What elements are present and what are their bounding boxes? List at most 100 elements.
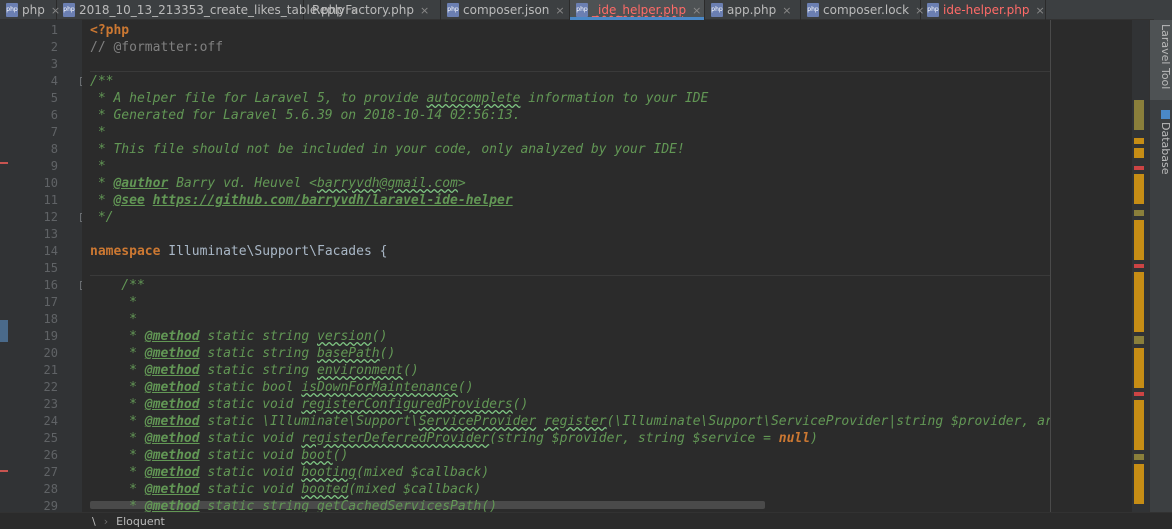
code-line: */ xyxy=(90,209,114,226)
line-number: 21 xyxy=(43,363,58,377)
code-token: @method xyxy=(144,482,200,497)
tab-7[interactable]: php ide-helper.php × xyxy=(921,0,1046,20)
close-icon[interactable]: × xyxy=(782,4,791,17)
code-token: * xyxy=(90,397,145,412)
editor-tab-bar: php php × php 2018_10_13_213353_create_likes… xyxy=(0,0,1172,20)
tab-label: app.php xyxy=(727,3,777,17)
tool-tab-database[interactable]: Database xyxy=(1150,106,1172,176)
left-strip-selection xyxy=(0,320,8,342)
close-icon[interactable]: × xyxy=(1035,4,1044,17)
code-token: static string xyxy=(199,363,317,378)
code-token: static bool xyxy=(199,380,302,395)
stripe-mark[interactable] xyxy=(1134,392,1144,396)
code-token: namespace xyxy=(90,244,161,259)
code-token: https://github.com/barryvdh/laravel-ide-… xyxy=(152,193,513,208)
tab-3[interactable]: php composer.json × xyxy=(441,0,570,20)
line-number: 18 xyxy=(43,312,58,326)
stripe-mark[interactable] xyxy=(1134,348,1144,388)
line-number-gutter[interactable]: 1 2 3 4 5 6 7 8 9 10 11 12 13 14 15 16 17 18 19 20 21 22 23 24 2… xyxy=(8,20,89,513)
code-token: environment xyxy=(317,363,404,378)
code-line: * @method static void booted(mixed $call… xyxy=(90,481,481,498)
database-tool-label: Database xyxy=(1159,122,1172,175)
tool-tab-laravel[interactable]: Laravel Tool xyxy=(1150,20,1172,100)
close-icon[interactable]: × xyxy=(420,4,429,17)
stripe-mark[interactable] xyxy=(1134,174,1144,204)
tab-5[interactable]: php app.php × xyxy=(705,0,801,20)
code-token: static string xyxy=(199,346,317,361)
code-token: @see xyxy=(113,193,145,208)
code-line: * This file should not be included in yo… xyxy=(90,141,685,158)
code-line: * @method static bool isDownForMaintenan… xyxy=(90,379,474,396)
tab-label: ide-helper.php xyxy=(943,3,1030,17)
code-line: * xyxy=(90,294,137,311)
code-token: static void xyxy=(199,448,302,463)
breadcrumb-item[interactable]: Eloquent xyxy=(116,515,165,528)
code-token: static void xyxy=(199,431,302,446)
breadcrumb-arrow: › xyxy=(103,514,109,528)
database-icon xyxy=(1160,110,1170,119)
stripe-mark[interactable] xyxy=(1134,100,1144,130)
stripe-mark[interactable] xyxy=(1134,336,1144,344)
code-token: * xyxy=(90,312,137,327)
code-token: (mixed $callback) xyxy=(356,465,490,480)
code-token: @method xyxy=(144,363,200,378)
stripe-mark[interactable] xyxy=(1134,264,1144,268)
code-token: @method xyxy=(144,465,200,480)
code-token: * xyxy=(90,176,114,191)
stripe-mark[interactable] xyxy=(1134,454,1144,460)
code-token: * xyxy=(90,346,145,361)
code-line: * @method static void registerConfigured… xyxy=(90,396,528,413)
stripe-mark[interactable] xyxy=(1134,400,1144,450)
line-number: 20 xyxy=(43,346,58,360)
code-token: () xyxy=(512,397,529,412)
tab-0[interactable]: php php × xyxy=(0,0,60,20)
close-icon[interactable]: × xyxy=(555,4,564,17)
code-token: basePath xyxy=(317,346,380,361)
stripe-mark[interactable] xyxy=(1134,166,1144,170)
tab-4[interactable]: php _ide_helper.php × xyxy=(570,0,705,20)
code-token: ) xyxy=(810,431,818,446)
line-number: 9 xyxy=(50,159,58,173)
tab-2[interactable]: ReplyFactory.php × xyxy=(304,0,441,20)
tab-label: _ide_helper.php xyxy=(592,3,687,17)
code-token: @author xyxy=(113,176,169,191)
code-token: * xyxy=(90,414,145,429)
code-token: static void xyxy=(199,465,302,480)
left-strip-marker xyxy=(0,470,8,472)
code-token: * A helper file for Laravel 5, to provid… xyxy=(90,91,427,106)
line-number: 23 xyxy=(43,397,58,411)
tab-label: composer.lock xyxy=(823,3,910,17)
code-token: * xyxy=(90,159,106,174)
php-file-icon: php xyxy=(927,3,939,17)
code-line: * xyxy=(90,311,137,328)
code-token: <?php xyxy=(90,23,130,38)
tab-label: composer.json xyxy=(463,3,550,17)
error-stripe[interactable] xyxy=(1132,20,1149,512)
method-separator xyxy=(90,275,1050,276)
tab-1[interactable]: php 2018_10_13_213353_create_likes_table.… xyxy=(57,0,359,20)
code-editor[interactable]: <?php // @formatter:off /** * A helper fil… xyxy=(82,20,1050,512)
stripe-mark[interactable] xyxy=(1134,210,1144,216)
code-token: Barry vd. Heuvel < xyxy=(168,176,317,191)
stripe-mark[interactable] xyxy=(1134,220,1144,260)
code-token: () xyxy=(457,380,474,395)
stripe-mark[interactable] xyxy=(1134,138,1144,144)
stripe-mark[interactable] xyxy=(1134,148,1144,158)
code-line: // @formatter:off xyxy=(90,39,223,56)
code-token: @method xyxy=(144,448,200,463)
stripe-mark[interactable] xyxy=(1134,272,1144,332)
code-token: @method xyxy=(144,329,200,344)
tab-6[interactable]: php composer.lock × xyxy=(801,0,924,20)
stripe-mark[interactable] xyxy=(1134,464,1144,504)
line-number: 28 xyxy=(43,482,58,496)
line-number: 27 xyxy=(43,465,58,479)
code-token: (string $provider, string $service = xyxy=(489,431,779,446)
php-file-icon: php xyxy=(6,3,18,17)
breadcrumb-root[interactable]: \ xyxy=(92,515,96,528)
close-icon[interactable]: × xyxy=(692,4,701,17)
code-token: * Generated for Laravel 5.6.39 on 2018-1… xyxy=(90,108,521,123)
code-token: * xyxy=(90,125,106,140)
json-file-icon: php xyxy=(447,3,459,17)
